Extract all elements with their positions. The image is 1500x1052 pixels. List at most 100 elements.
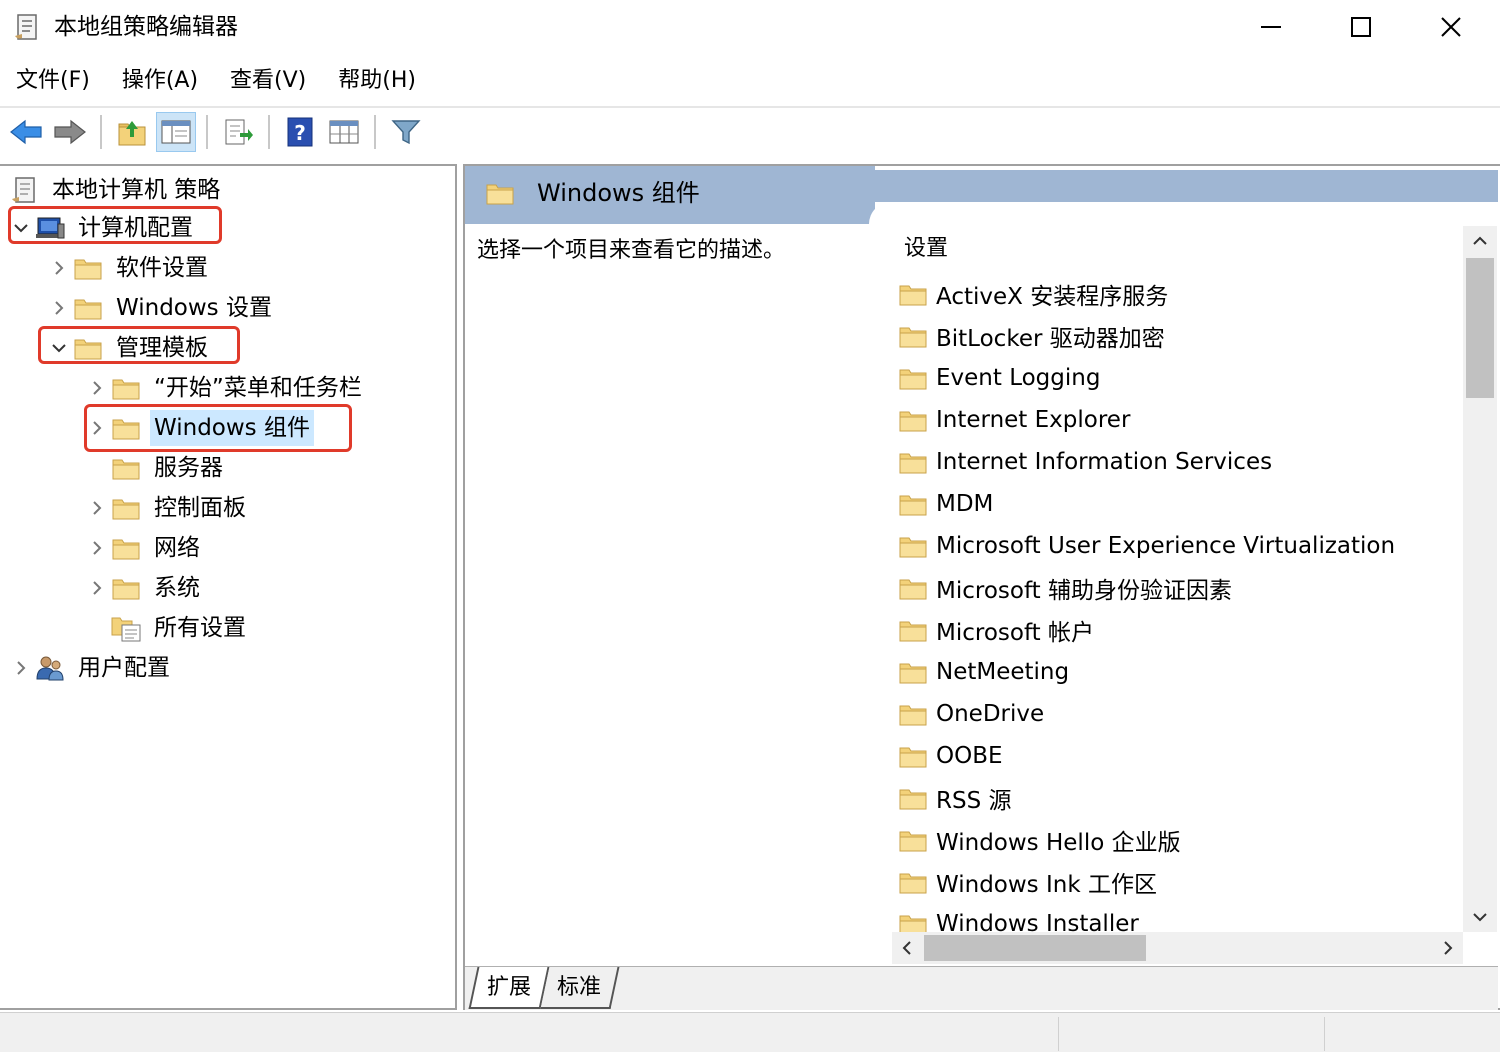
menu-action[interactable]: 操作(A) — [106, 58, 214, 104]
tree-label: 系统 — [154, 575, 200, 601]
list-item[interactable]: BitLocker 驱动器加密 — [898, 316, 1165, 356]
scroll-left-icon[interactable] — [892, 932, 922, 964]
tree-node-network[interactable]: 网络 — [84, 528, 204, 568]
chevron-right-icon[interactable] — [84, 500, 110, 516]
chevron-right-icon[interactable] — [84, 380, 110, 396]
folder-icon — [110, 573, 142, 603]
chevron-right-icon[interactable] — [46, 260, 72, 276]
folder-icon — [898, 869, 928, 895]
chevron-right-icon[interactable] — [46, 300, 72, 316]
list-item-label: OneDrive — [936, 701, 1045, 727]
export-list-button[interactable] — [218, 112, 258, 152]
folder-icon — [898, 365, 928, 391]
forward-button[interactable] — [50, 112, 90, 152]
tree-label: 本地计算机 策略 — [52, 177, 221, 203]
list-item[interactable]: Event Logging — [898, 358, 1100, 398]
policy-editor-icon — [12, 12, 42, 42]
folder-icon — [485, 180, 515, 206]
details-title: Windows 组件 — [537, 179, 700, 207]
help-icon: ? — [287, 117, 313, 147]
highlight-box-computer-config — [8, 206, 222, 244]
up-one-level-button[interactable] — [112, 112, 152, 152]
list-item[interactable]: Microsoft 帐户 — [898, 610, 1094, 650]
list-item[interactable]: OOBE — [898, 736, 1003, 776]
users-icon — [34, 653, 66, 683]
maximize-button[interactable] — [1316, 4, 1406, 50]
help-button[interactable]: ? — [280, 112, 320, 152]
back-button[interactable] — [6, 112, 46, 152]
list-item[interactable]: MDM — [898, 484, 993, 524]
list-item[interactable]: Internet Explorer — [898, 400, 1130, 440]
tree-label: 软件设置 — [116, 255, 208, 281]
list-item[interactable]: OneDrive — [898, 694, 1044, 734]
status-separator — [1058, 1017, 1059, 1051]
vertical-scroll-thumb[interactable] — [1466, 258, 1494, 398]
tree-node-server[interactable]: 服务器 — [110, 448, 227, 488]
folder-icon — [898, 785, 928, 811]
tree-node-start-menu[interactable]: “开始”菜单和任务栏 — [84, 368, 366, 408]
folder-icon — [72, 293, 104, 323]
list-item[interactable]: Windows Ink 工作区 — [898, 862, 1157, 902]
properties-view-button[interactable] — [324, 112, 364, 152]
list-item[interactable]: Windows Installer — [898, 904, 1139, 934]
tree-node-all-settings[interactable]: 所有设置 — [110, 608, 250, 648]
chevron-right-icon[interactable] — [84, 540, 110, 556]
console-tree-icon — [161, 120, 191, 144]
scroll-up-icon[interactable] — [1463, 226, 1497, 256]
tree-node-system[interactable]: 系统 — [84, 568, 204, 608]
minimize-button[interactable] — [1226, 4, 1316, 50]
tree-node-software-settings[interactable]: 软件设置 — [46, 248, 212, 288]
horizontal-scroll-thumb[interactable] — [924, 935, 1146, 961]
scroll-right-icon[interactable] — [1433, 932, 1463, 964]
status-bar — [0, 1012, 1500, 1052]
folder-icon — [898, 911, 928, 934]
list-item-label: Microsoft 辅助身份验证因素 — [936, 578, 1232, 604]
all-settings-icon — [110, 613, 142, 643]
column-header-settings[interactable]: 设置 — [904, 232, 948, 266]
list-item-label: Windows Hello 企业版 — [936, 830, 1181, 856]
filter-button[interactable] — [386, 112, 426, 152]
policy-document-icon — [8, 175, 40, 205]
chevron-right-icon[interactable] — [8, 660, 34, 676]
menu-help[interactable]: 帮助(H) — [322, 58, 432, 104]
scroll-down-icon[interactable] — [1463, 902, 1497, 932]
details-header-bar — [875, 170, 1498, 202]
folder-icon — [110, 373, 142, 403]
tree-node-control-panel[interactable]: 控制面板 — [84, 488, 250, 528]
details-header-fill — [895, 202, 1498, 224]
folder-icon — [110, 453, 142, 483]
folder-icon — [898, 323, 928, 349]
list-item[interactable]: Microsoft 辅助身份验证因素 — [898, 568, 1232, 608]
description-text: 选择一个项目来查看它的描述。 — [477, 238, 786, 263]
tree-node-local-policy[interactable]: 本地计算机 策略 — [8, 170, 224, 210]
highlight-box-admin-templates — [38, 326, 240, 364]
menu-bar: 文件(F) 操作(A) 查看(V) 帮助(H) — [0, 58, 1500, 104]
list-item[interactable]: NetMeeting — [898, 652, 1069, 692]
tab-standard[interactable]: 标准 — [540, 967, 620, 1009]
toolbar-separator — [374, 115, 376, 149]
close-button[interactable] — [1406, 4, 1496, 50]
menu-view[interactable]: 查看(V) — [214, 58, 322, 104]
horizontal-scrollbar[interactable] — [892, 932, 1463, 964]
folder-icon — [898, 701, 928, 727]
show-hide-console-tree-button[interactable] — [156, 112, 196, 152]
status-separator — [1324, 1017, 1325, 1051]
svg-text:?: ? — [294, 121, 306, 145]
toolbar-separator — [268, 115, 270, 149]
list-item[interactable]: ActiveX 安装程序服务 — [898, 274, 1168, 314]
list-item[interactable]: Microsoft User Experience Virtualization — [898, 526, 1395, 566]
list-item[interactable]: Internet Information Services — [898, 442, 1272, 482]
menu-file[interactable]: 文件(F) — [0, 58, 106, 104]
folder-icon — [898, 617, 928, 643]
list-item[interactable]: Windows Hello 企业版 — [898, 820, 1181, 860]
folder-icon — [898, 827, 928, 853]
tree-node-windows-settings[interactable]: Windows 设置 — [46, 288, 276, 328]
list-item-label: NetMeeting — [936, 659, 1070, 685]
vertical-scrollbar[interactable] — [1463, 226, 1497, 932]
highlight-box-windows-components — [84, 404, 352, 452]
chevron-right-icon[interactable] — [84, 580, 110, 596]
list-item-label: Microsoft 帐户 — [936, 620, 1094, 646]
tab-extended[interactable]: 扩展 — [468, 967, 550, 1009]
tree-node-user-config[interactable]: 用户配置 — [8, 648, 174, 688]
list-item[interactable]: RSS 源 — [898, 778, 1012, 818]
